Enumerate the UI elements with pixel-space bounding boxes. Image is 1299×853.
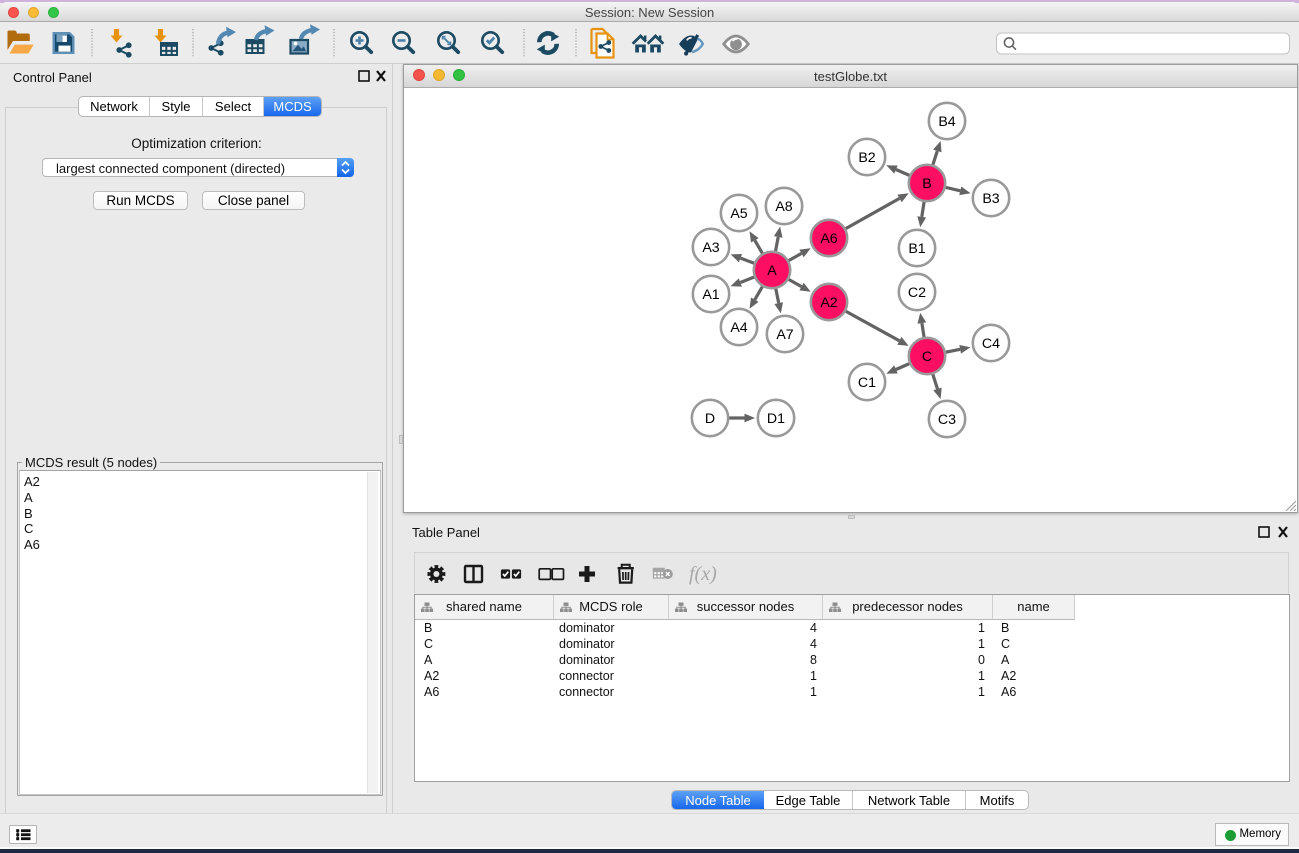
svg-text:B2: B2	[858, 150, 875, 166]
svg-text:C1: C1	[858, 375, 876, 391]
svg-text:A7: A7	[776, 327, 793, 343]
svg-text:A4: A4	[730, 320, 747, 336]
svg-text:f(x): f(x)	[689, 563, 717, 585]
svg-text:A1: A1	[702, 287, 719, 303]
svg-text:B1: B1	[908, 241, 925, 257]
svg-text:B3: B3	[982, 191, 999, 207]
svg-text:B4: B4	[938, 114, 955, 130]
svg-text:C3: C3	[938, 412, 956, 428]
svg-text:C2: C2	[908, 285, 926, 301]
svg-text:A3: A3	[702, 240, 719, 256]
svg-text:C4: C4	[982, 336, 1000, 352]
svg-text:A6: A6	[820, 231, 837, 247]
svg-text:B: B	[922, 176, 931, 192]
svg-text:A2: A2	[820, 295, 837, 311]
svg-text:D: D	[705, 411, 715, 427]
svg-text:C: C	[922, 349, 932, 365]
svg-text:A8: A8	[775, 199, 792, 215]
svg-text:A5: A5	[730, 206, 747, 222]
svg-text:D1: D1	[767, 411, 785, 427]
svg-text:A: A	[767, 263, 777, 279]
